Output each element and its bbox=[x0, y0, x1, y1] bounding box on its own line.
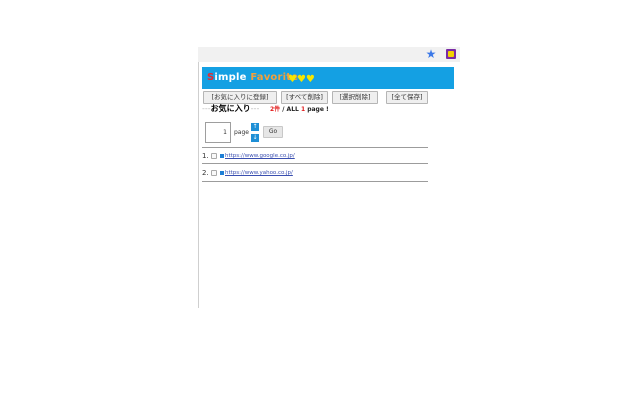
item-link[interactable]: https://www.yahoo.co.jp/ bbox=[225, 168, 293, 178]
item-count: 2件 bbox=[270, 106, 281, 113]
popup-left-border bbox=[198, 62, 199, 308]
save-all-button[interactable]: [全て保存] bbox=[386, 91, 428, 104]
all-label: / ALL bbox=[280, 106, 301, 113]
page-suffix: page ! bbox=[305, 106, 329, 113]
page-down-icon[interactable]: ↓ bbox=[251, 134, 259, 142]
item-checkbox[interactable] bbox=[211, 153, 217, 159]
go-button[interactable]: Go bbox=[263, 126, 283, 138]
page-label: page bbox=[234, 129, 249, 136]
item-link[interactable]: https://www.google.co.jp/ bbox=[225, 151, 295, 161]
heading-label: お気に入り bbox=[210, 104, 251, 113]
favicon-icon bbox=[220, 171, 224, 175]
list-divider bbox=[202, 181, 428, 182]
favorites-heading: ---お気に入り--- bbox=[202, 104, 259, 114]
item-index: 2. bbox=[202, 169, 209, 177]
list-divider bbox=[202, 147, 428, 148]
page-number-input[interactable]: 1 bbox=[205, 122, 231, 143]
bookmark-star-icon[interactable]: ★ bbox=[425, 47, 437, 61]
item-checkbox[interactable] bbox=[211, 170, 217, 176]
register-favorite-button[interactable]: [お気に入りに登録] bbox=[203, 91, 277, 104]
browser-toolbar bbox=[198, 47, 460, 62]
heading-dash: --- bbox=[250, 104, 260, 113]
extension-heart-icon bbox=[448, 51, 454, 57]
hearts-icon: ♥♥♥ bbox=[288, 74, 315, 85]
title-part: imple bbox=[214, 72, 247, 83]
delete-selected-button[interactable]: [選択削除] bbox=[332, 91, 378, 104]
extension-title: Simple Favorite bbox=[207, 72, 298, 84]
page-up-icon[interactable]: ↑ bbox=[251, 123, 259, 131]
favorites-count: 2件 / ALL 1 page ! bbox=[270, 105, 329, 114]
simple-favorite-extension-icon[interactable] bbox=[446, 49, 456, 59]
heading-dash: --- bbox=[202, 104, 211, 113]
item-index: 1. bbox=[202, 152, 209, 160]
list-divider bbox=[202, 163, 428, 164]
favicon-icon bbox=[220, 154, 224, 158]
delete-all-button[interactable]: [すべて削除] bbox=[281, 91, 328, 104]
extension-header: Simple Favorite ♥♥♥ bbox=[202, 67, 454, 89]
